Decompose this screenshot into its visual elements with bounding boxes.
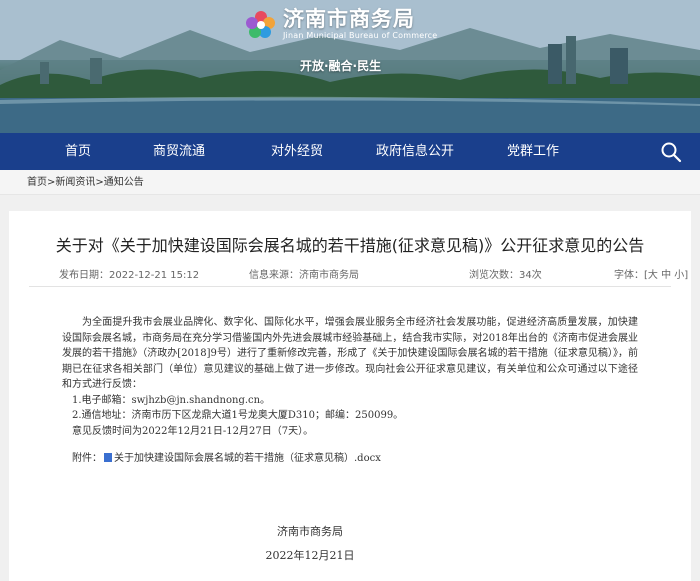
site-logo[interactable]: 济南市商务局 Jinan Municipal Bureau of Commerc… [243,6,437,42]
article-meta: 发布日期：2022-12-21 15:12 信息来源：济南市商务局 浏览次数：3… [59,266,689,282]
nav-item-home[interactable]: 首页 [36,133,120,170]
header-banner: 济南市商务局 Jinan Municipal Bureau of Commerc… [0,0,700,133]
feedback-deadline: 意见反馈时间为2022年12月21日-12月27日（7天）。 [72,425,314,437]
breadcrumb-news[interactable]: 新闻资讯 [55,177,95,188]
font-size-control: 字体：[大 中 小] [614,266,688,281]
font-size-options[interactable]: [大 中 小] [644,270,688,281]
breadcrumb-separator: > [95,177,104,188]
attachment: 附件： 关于加快建设国际会展名城的若干措施（征求意见稿）.docx [62,451,638,466]
nav-item-foreign-trade[interactable]: 对外经贸 [238,133,356,170]
publish-date: 发布日期：2022-12-21 15:12 [59,270,200,281]
title-divider [29,286,671,287]
nav-item-trade-circulation[interactable]: 商贸流通 [120,133,238,170]
article-paragraph: 为全面提升我市会展业品牌化、数字化、国际化水平，增强会展业服务全市经济社会发展功… [62,317,638,390]
nav-item-party-work[interactable]: 党群工作 [474,133,592,170]
signature: 济南市商务局 2022年12月21日 [260,523,360,565]
breadcrumb-notices[interactable]: 通知公告 [104,177,144,188]
breadcrumb: 首页>新闻资讯>通知公告 [0,170,700,195]
signature-date: 2022年12月21日 [265,549,355,562]
site-title: 济南市商务局 [283,7,415,31]
signature-org: 济南市商务局 [277,525,343,538]
article-body: 为全面提升我市会展业品牌化、数字化、国际化水平，增强会展业服务全市经济社会发展功… [62,315,638,466]
feedback-email: 1.电子邮箱：swjhzb@jn.shandnong.cn。 [72,394,271,406]
breadcrumb-home[interactable]: 首页 [27,177,47,188]
main-nav: 首页 商贸流通 对外经贸 政府信息公开 党群工作 [0,133,700,170]
logo-flower-icon [246,11,275,38]
nav-item-gov-info[interactable]: 政府信息公开 [356,133,474,170]
article-title: 关于对《关于加快建设国际会展名城的若干措施(征求意见稿)》公开征求意见的公告 [55,236,645,255]
info-source: 信息来源：济南市商务局 [249,270,359,281]
site-title-en: Jinan Municipal Bureau of Commerce [283,31,438,40]
attachment-link[interactable]: 关于加快建设国际会展名城的若干措施（征求意见稿）.docx [114,453,381,464]
site-slogan: 开放·融合·民生 [300,59,382,73]
view-count: 浏览次数：34次 [469,270,542,281]
search-icon[interactable] [660,141,682,163]
feedback-address: 2.通信地址：济南市历下区龙鼎大道1号龙奥大厦D310；邮编：250099。 [72,410,404,421]
font-size-label: 字体： [614,270,644,281]
attachment-label: 附件： [72,453,102,464]
docx-file-icon [104,453,112,462]
